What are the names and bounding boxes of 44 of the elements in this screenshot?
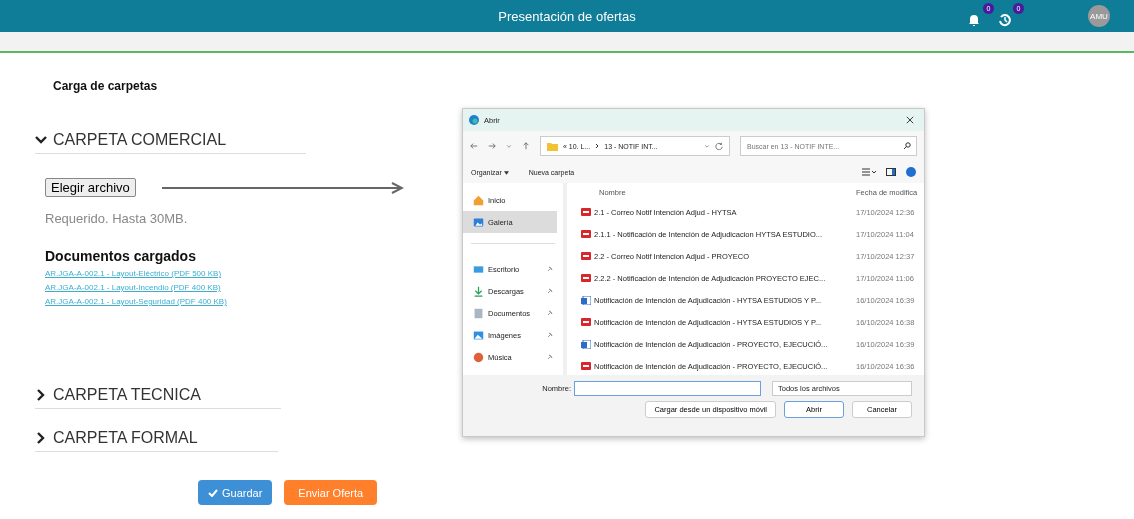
desktop-icon <box>473 263 484 275</box>
chevron-right-icon[interactable] <box>35 389 47 401</box>
filename-field[interactable] <box>574 381 761 396</box>
chevron-right-icon[interactable] <box>35 432 47 444</box>
folder-title[interactable]: CARPETA FORMAL <box>53 429 198 447</box>
preview-pane-icon[interactable] <box>886 168 896 176</box>
documents-icon <box>473 307 484 319</box>
history-icon[interactable] <box>998 13 1012 27</box>
back-icon[interactable] <box>470 142 478 150</box>
hint-text: Requerido. Hasta 30MB. <box>45 211 188 226</box>
bell-icon[interactable] <box>968 13 980 27</box>
page-title: Presentación de ofertas <box>498 9 636 24</box>
folder-title[interactable]: CARPETA COMERCIAL <box>53 131 227 149</box>
section-heading: Carga de carpetas <box>53 79 159 93</box>
refresh-icon[interactable] <box>715 142 723 150</box>
check-icon <box>208 488 218 497</box>
pdf-file-icon <box>581 230 591 238</box>
pdf-file-icon <box>581 252 591 260</box>
chevron-down-icon[interactable] <box>35 134 47 146</box>
search-icon <box>903 142 911 150</box>
downloads-icon <box>473 285 484 297</box>
uploaded-heading: Documentos cargados <box>45 248 196 264</box>
separator-icon <box>595 143 600 149</box>
pdf-file-icon <box>581 274 591 282</box>
home-icon <box>473 194 484 206</box>
folder-header[interactable]: CARPETA COMERCIAL <box>35 131 307 154</box>
forward-icon[interactable] <box>488 142 496 150</box>
document-file-icon <box>581 339 591 349</box>
pictures-icon <box>473 329 484 341</box>
caret-icon <box>503 170 509 175</box>
browser-logo-icon <box>469 115 479 125</box>
folder-icon <box>547 141 558 151</box>
gallery-icon <box>473 216 484 228</box>
folder-title[interactable]: CARPETA TECNICA <box>53 386 201 404</box>
choose-file-button[interactable]: Elegir archivo <box>45 178 136 197</box>
up-icon[interactable] <box>522 142 530 150</box>
document-file-icon <box>581 295 591 305</box>
view-icon[interactable] <box>862 168 876 176</box>
folder-header[interactable]: CARPETA TECNICA <box>35 386 281 409</box>
pdf-file-icon <box>581 208 591 216</box>
music-icon <box>473 351 484 363</box>
pdf-file-icon <box>581 318 591 326</box>
folder-header[interactable]: CARPETA FORMAL <box>35 429 278 452</box>
pdf-file-icon <box>581 362 591 370</box>
